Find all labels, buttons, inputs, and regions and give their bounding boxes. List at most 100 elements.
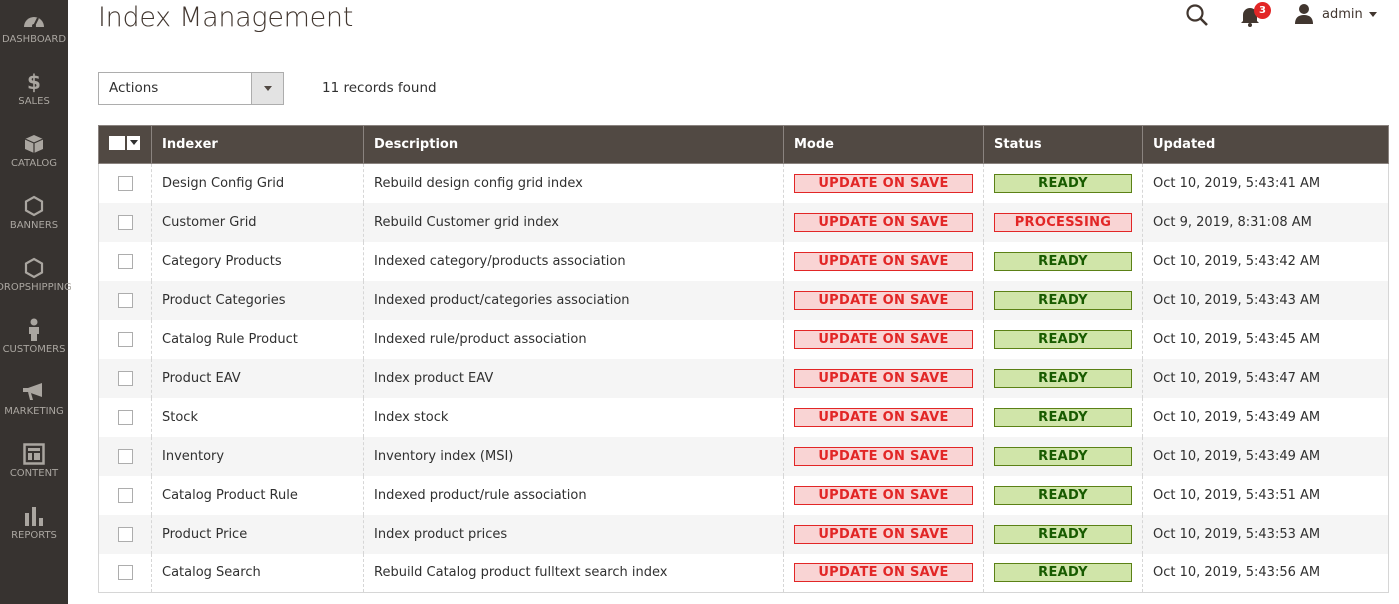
row-checkbox[interactable] (118, 253, 133, 269)
mode-cell: UPDATE ON SAVE (783, 202, 984, 242)
sidebar-item-marketing[interactable]: MARKETING (0, 380, 68, 440)
column-header-updated[interactable]: Updated (1142, 125, 1389, 164)
chevron-down-icon (263, 86, 272, 91)
row-select-cell (98, 358, 152, 398)
mode-badge: UPDATE ON SAVE (794, 251, 973, 271)
table-row[interactable]: Design Config Grid Rebuild design config … (98, 163, 1389, 203)
table-row[interactable]: Category Products Indexed category/produc… (98, 241, 1389, 281)
mass-select-dropdown[interactable] (109, 135, 140, 150)
user-account-menu[interactable]: admin (1294, 2, 1377, 26)
user-name: admin (1322, 6, 1363, 22)
updated-timestamp: Oct 10, 2019, 5:43:47 AM (1142, 358, 1389, 398)
mass-select-checkbox[interactable] (109, 135, 125, 150)
sidebar-item-customers[interactable]: CUSTOMERS (0, 318, 68, 378)
indexer-description: Indexed product/rule association (363, 475, 784, 515)
column-header-mode[interactable]: Mode (783, 125, 984, 164)
status-badge: READY (994, 251, 1132, 271)
updated-timestamp: Oct 10, 2019, 5:43:42 AM (1142, 241, 1389, 281)
table-row[interactable]: Product EAV Index product EAV UPDATE ON SA… (98, 358, 1389, 398)
sidebar-item-label: CATALOG (10, 158, 58, 169)
mode-badge: UPDATE ON SAVE (794, 329, 973, 349)
mode-cell: UPDATE ON SAVE (783, 514, 984, 554)
mode-badge: UPDATE ON SAVE (794, 563, 973, 583)
indexer-description: Indexed category/products association (363, 241, 784, 281)
status-cell: READY (983, 280, 1143, 320)
column-header-indexer[interactable]: Indexer (151, 125, 364, 164)
table-row[interactable]: Catalog Product Rule Indexed product/rule… (98, 475, 1389, 515)
status-badge: READY (994, 524, 1132, 544)
sidebar-item-content[interactable]: CONTENT (0, 442, 68, 502)
row-checkbox[interactable] (118, 214, 133, 230)
row-checkbox[interactable] (118, 292, 133, 308)
status-cell: PROCESSING (983, 202, 1143, 242)
mode-badge: UPDATE ON SAVE (794, 407, 973, 427)
row-select-cell (98, 514, 152, 554)
sidebar-item-dashboard[interactable]: DASHBOARD (0, 8, 68, 68)
indexer-name: Inventory (151, 436, 364, 476)
table-row[interactable]: Catalog Search Rebuild Catalog product fu… (98, 553, 1389, 593)
row-checkbox[interactable] (118, 487, 133, 503)
row-select-cell (98, 202, 152, 242)
indexer-name: Design Config Grid (151, 163, 364, 203)
actions-dropdown[interactable]: Actions (98, 72, 284, 105)
sidebar-item-label: CONTENT (9, 468, 59, 479)
person-icon (0, 318, 68, 342)
indexer-grid: Indexer Description Mode Status Updated … (98, 125, 1389, 593)
mode-badge: UPDATE ON SAVE (794, 485, 973, 505)
sidebar-item-label: REPORTS (11, 530, 57, 541)
grid-header-row: Indexer Description Mode Status Updated (98, 125, 1389, 164)
table-row[interactable]: Customer Grid Rebuild Customer grid index… (98, 202, 1389, 242)
status-cell: READY (983, 319, 1143, 359)
status-cell: READY (983, 358, 1143, 398)
row-checkbox[interactable] (118, 175, 133, 191)
indexer-name: Stock (151, 397, 364, 437)
notification-count-badge: 3 (1254, 2, 1271, 19)
updated-timestamp: Oct 10, 2019, 5:43:45 AM (1142, 319, 1389, 359)
table-row[interactable]: Product Categories Indexed product/catego… (98, 280, 1389, 320)
updated-timestamp: Oct 10, 2019, 5:43:41 AM (1142, 163, 1389, 203)
status-badge: READY (994, 368, 1132, 388)
table-row[interactable]: Inventory Inventory index (MSI) UPDATE ON … (98, 436, 1389, 476)
search-icon (1186, 4, 1208, 26)
status-badge: READY (994, 563, 1132, 583)
updated-timestamp: Oct 10, 2019, 5:43:49 AM (1142, 397, 1389, 437)
sidebar-item-catalog[interactable]: CATALOG (0, 132, 68, 192)
row-checkbox[interactable] (118, 448, 133, 464)
row-checkbox[interactable] (118, 409, 133, 425)
status-badge: READY (994, 407, 1132, 427)
row-select-cell (98, 280, 152, 320)
sidebar-item-label: MARKETING (4, 406, 64, 417)
search-button[interactable] (1185, 3, 1209, 27)
sidebar-item-banners[interactable]: BANNERS (0, 194, 68, 254)
row-checkbox[interactable] (118, 370, 133, 386)
mode-cell: UPDATE ON SAVE (783, 436, 984, 476)
table-row[interactable]: Catalog Rule Product Indexed rule/product… (98, 319, 1389, 359)
status-cell: READY (983, 397, 1143, 437)
status-cell: READY (983, 475, 1143, 515)
updated-timestamp: Oct 10, 2019, 5:43:43 AM (1142, 280, 1389, 320)
row-select-cell (98, 436, 152, 476)
mode-cell: UPDATE ON SAVE (783, 280, 984, 320)
sidebar-item-sales[interactable]: $ SALES (0, 70, 68, 130)
sidebar-item-reports[interactable]: REPORTS (0, 504, 68, 564)
status-badge: READY (994, 485, 1132, 505)
table-row[interactable]: Stock Index stock UPDATE ON SAVE READY Oct 1… (98, 397, 1389, 437)
indexer-description: Indexed rule/product association (363, 319, 784, 359)
row-checkbox[interactable] (118, 565, 133, 581)
status-cell: READY (983, 514, 1143, 554)
column-header-description[interactable]: Description (363, 125, 784, 164)
indexer-name: Product EAV (151, 358, 364, 398)
table-row[interactable]: Product Price Index product prices UPDATE … (98, 514, 1389, 554)
column-header-select (98, 125, 152, 164)
row-checkbox[interactable] (118, 526, 133, 542)
chevron-down-icon[interactable] (127, 135, 140, 150)
sidebar-item-dropshipping[interactable]: DROPSHIPPING (0, 256, 72, 316)
indexer-description: Index stock (363, 397, 784, 437)
dashboard-icon (0, 8, 68, 32)
mode-cell: UPDATE ON SAVE (783, 475, 984, 515)
column-header-status[interactable]: Status (983, 125, 1143, 164)
actions-dropdown-toggle[interactable] (251, 73, 283, 104)
chevron-down-icon (1368, 11, 1377, 17)
row-checkbox[interactable] (118, 331, 133, 347)
sidebar-item-label: BANNERS (9, 220, 59, 231)
